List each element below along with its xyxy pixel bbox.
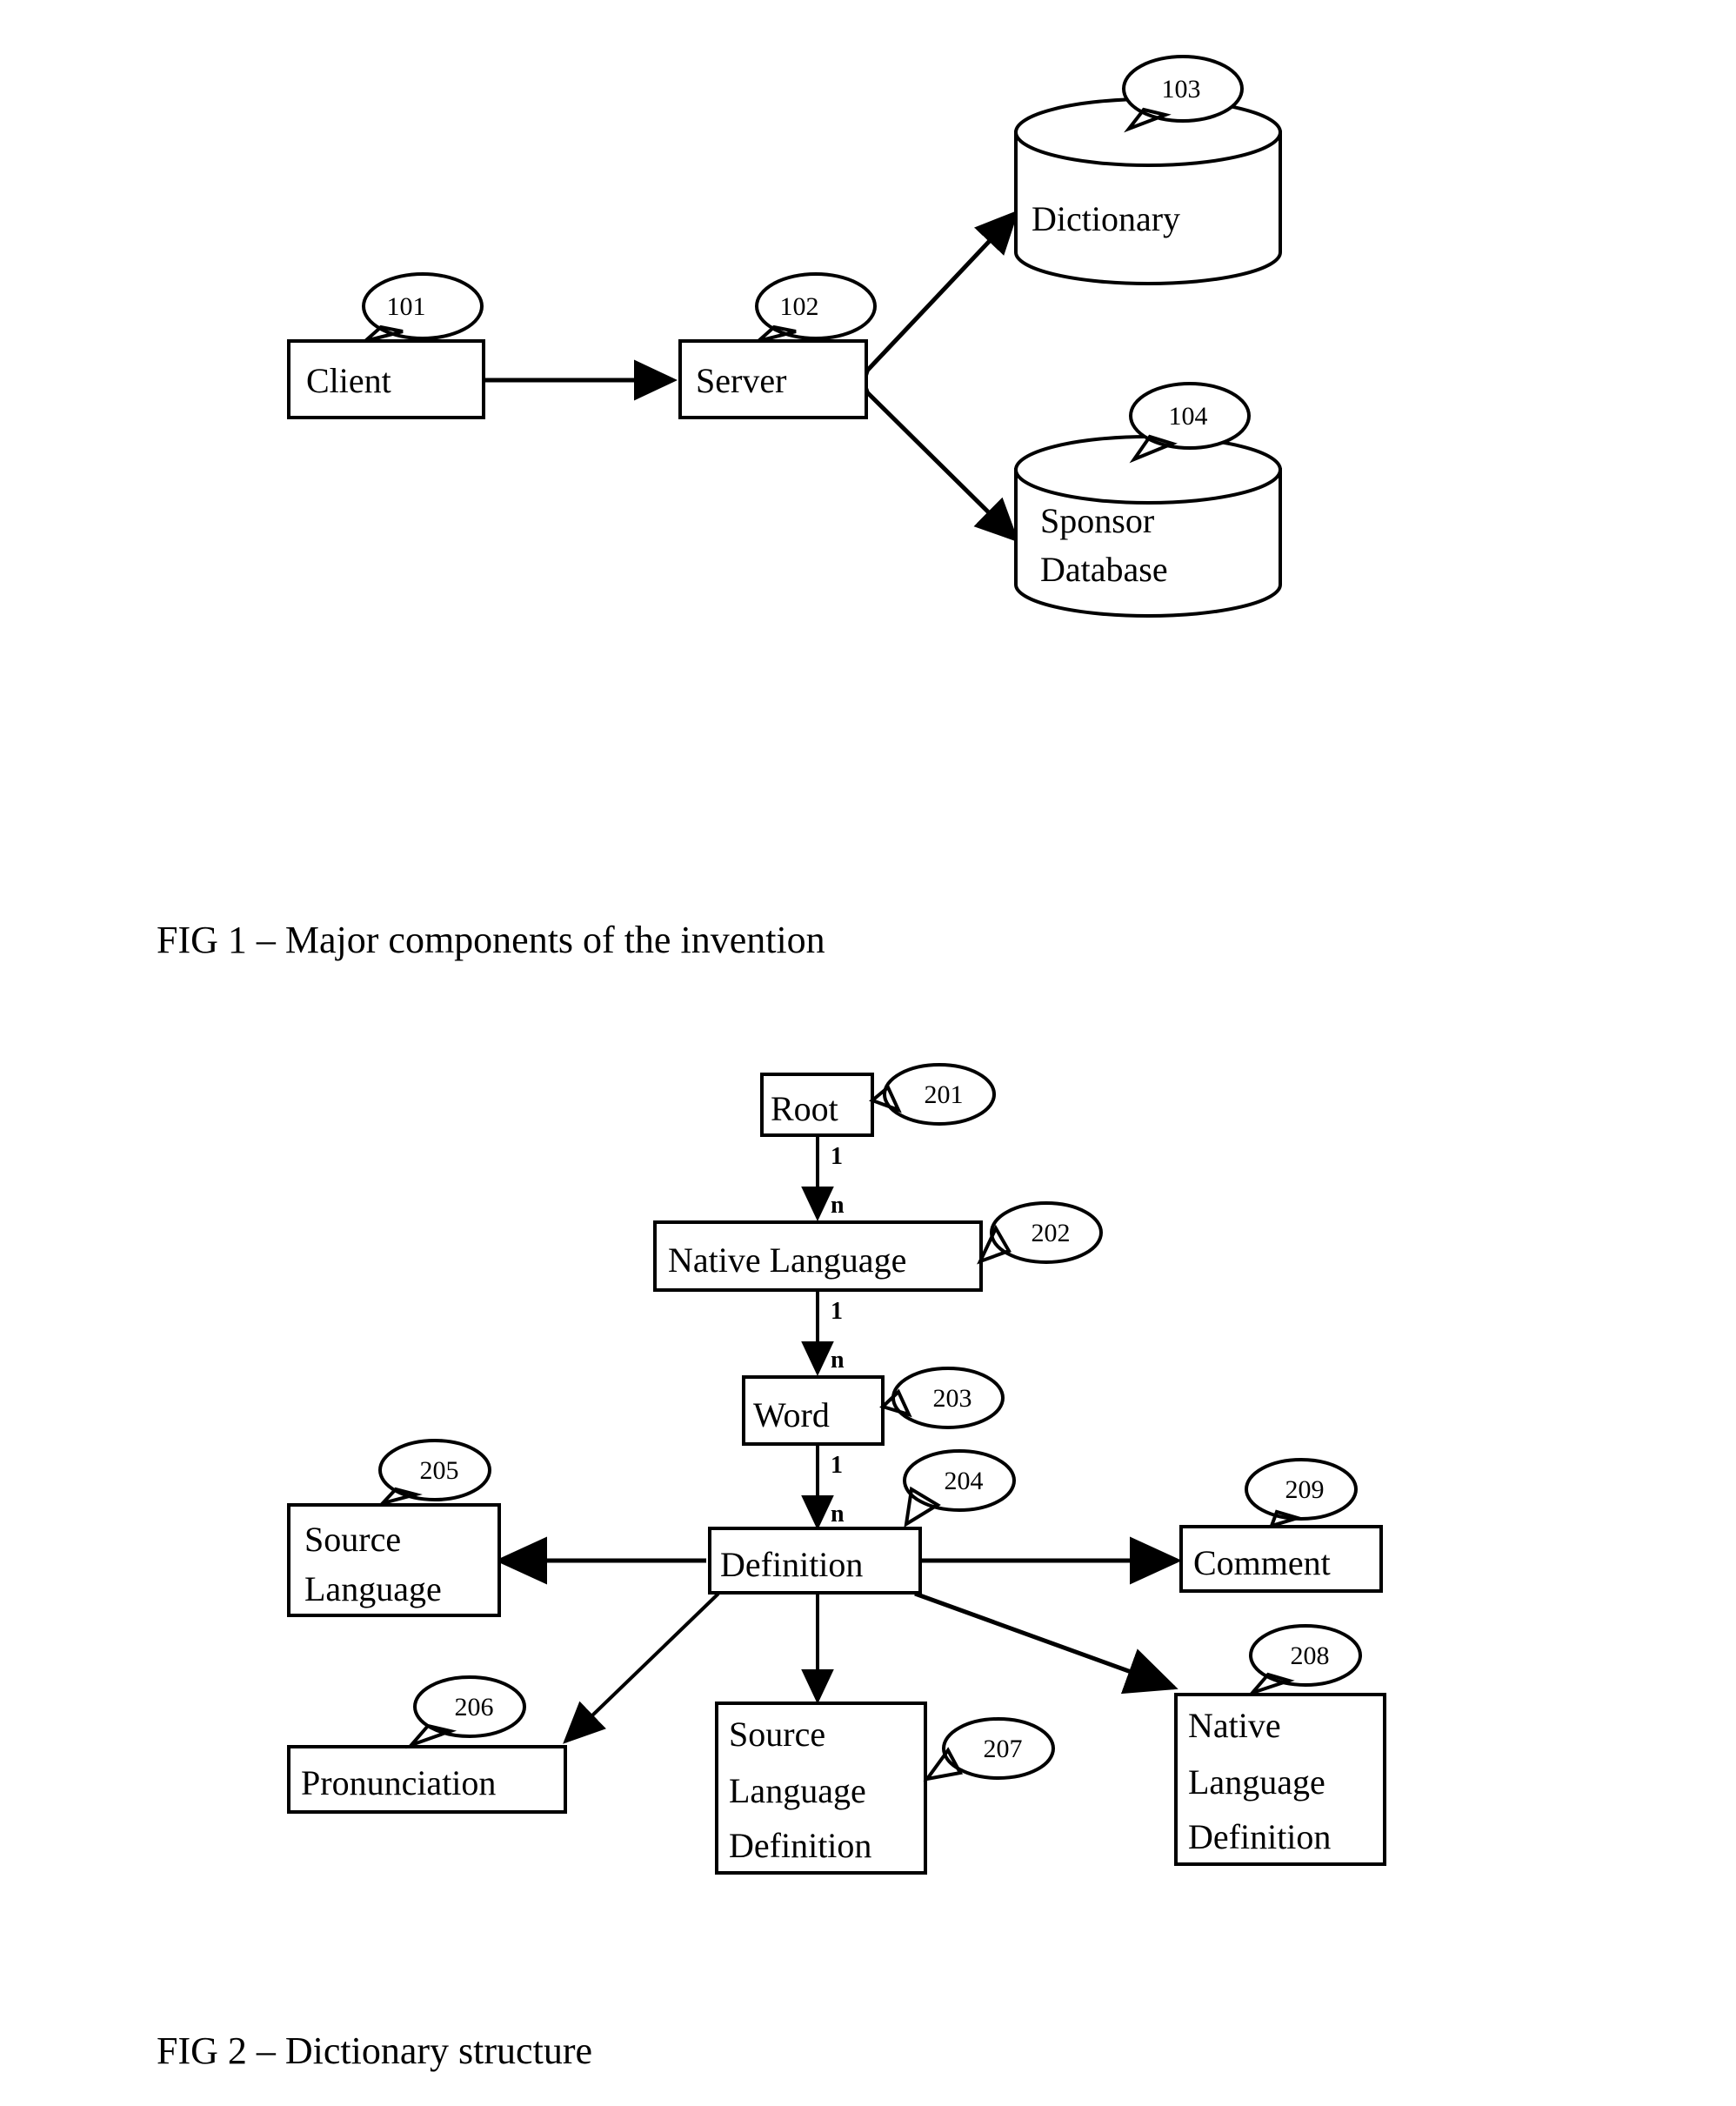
node-root[interactable]: Root [760,1073,874,1137]
callout-202-text: 202 [1032,1219,1071,1247]
definition-label: Definition [720,1545,863,1584]
node-client[interactable]: Client [287,339,485,419]
node-server[interactable]: Server [678,339,868,419]
callout-203-text: 203 [933,1384,972,1413]
pronunciation-label: Pronunciation [301,1763,496,1802]
sponsor-database-label-line-1: Sponsor [1040,501,1154,540]
node-word[interactable]: Word [742,1375,885,1446]
source-language-definition-label-line-2: Language [729,1771,866,1810]
node-pronunciation[interactable]: Pronunciation [287,1745,567,1814]
callout-206-text: 206 [455,1693,494,1722]
figure-1-major-components: Client 101 Server 102 Dictionary 103 Spo… [157,55,1386,2072]
comment-label: Comment [1193,1543,1331,1582]
callout-101-tail [364,324,404,343]
dictionary-label: Dictionary [1032,199,1180,238]
callout-209-text: 209 [1285,1475,1325,1504]
callout-103-text: 103 [1162,75,1201,104]
source-language-definition-label-line-1: Source [729,1715,825,1754]
sponsor-database-cylinder-top [1014,435,1282,505]
card-native-language-one: 1 [831,1298,843,1325]
source-language-label-line-2: Language [304,1569,442,1608]
card-native-language-many: n [831,1192,845,1219]
callout-205-text: 205 [420,1456,459,1485]
figure-1-caption: FIG 1 – Major components of the inventio… [157,919,825,961]
source-language-definition-label-line-3: Definition [729,1826,871,1865]
callout-102-tail [757,324,797,343]
connection-server-dictionary [826,210,1019,412]
callout-207: 207 [923,1717,1055,1782]
connection-definition-pronunciation [563,1592,720,1744]
native-language-definition-label-line-2: Language [1188,1762,1325,1802]
callout-102-text: 102 [780,292,819,321]
native-language-label: Native Language [668,1240,906,1280]
callout-207-text: 207 [984,1735,1023,1763]
node-dictionary[interactable]: Dictionary [1014,97,1282,285]
callout-201: 201 [869,1063,996,1126]
callout-209: 209 [1245,1458,1358,1529]
patent-drawing-sheet: Client 101 Server 102 Dictionary 103 Spo… [0,0,1736,2106]
client-label: Client [306,361,391,400]
native-language-definition-label-line-3: Definition [1188,1817,1331,1856]
callout-101: 101 [362,272,484,343]
connection-server-sponsor-database [825,351,1019,543]
native-language-definition-label-line-1: Native [1188,1706,1281,1745]
figure-2-caption: FIG 2 – Dictionary structure [157,2029,592,2072]
connection-definition-native-language-definition [914,1591,1178,1695]
card-word-many: n [831,1347,845,1374]
node-source-language-definition[interactable]: Source Language Definition [715,1702,927,1875]
callout-204-text: 204 [945,1467,984,1495]
callout-205: 205 [377,1439,491,1507]
callout-208: 208 [1246,1624,1362,1697]
card-root-one: 1 [831,1143,843,1170]
server-label: Server [696,361,786,400]
node-sponsor-database[interactable]: Sponsor Database [1014,435,1282,618]
callout-208-text: 208 [1291,1641,1330,1670]
card-word-one: 1 [831,1452,843,1479]
callout-101-text: 101 [387,292,426,321]
card-definition-many: n [831,1501,845,1528]
sponsor-database-label-line-2: Database [1040,550,1168,589]
node-comment[interactable]: Comment [1179,1525,1383,1593]
callout-201-text: 201 [925,1080,964,1109]
node-native-language[interactable]: Native Language [653,1220,983,1292]
callout-203: 203 [879,1367,1005,1429]
callout-206: 206 [405,1675,526,1749]
source-language-label-line-1: Source [304,1520,401,1559]
root-label: Root [771,1089,838,1128]
callout-202: 202 [977,1201,1103,1265]
callout-104-text: 104 [1169,402,1208,431]
word-label: Word [753,1395,830,1434]
callout-102: 102 [755,272,877,343]
node-source-language[interactable]: Source Language [287,1503,501,1617]
node-definition[interactable]: Definition [708,1527,922,1595]
callout-204: 204 [903,1449,1016,1528]
node-native-language-definition[interactable]: Native Language Definition [1174,1693,1386,1866]
